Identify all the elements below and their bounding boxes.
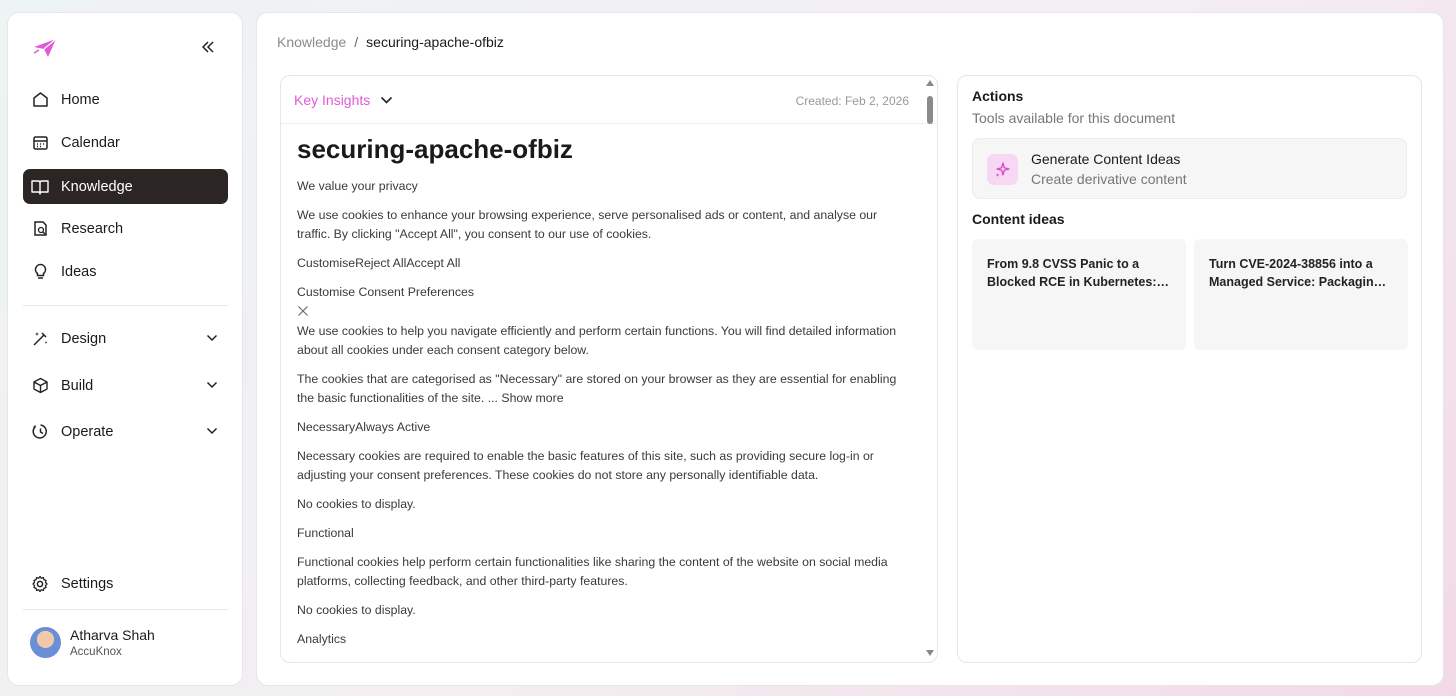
doc-paragraph: We use cookies to help you navigate effi… <box>297 324 897 357</box>
doc-paragraph: Functional <box>297 526 354 540</box>
content-ideas-title: Content ideas <box>972 211 1065 227</box>
main-panel: Knowledge / securing-apache-ofbiz Key In… <box>256 12 1444 686</box>
nav-item-research[interactable]: Research <box>23 211 228 246</box>
content-idea-text: Turn CVE-2024-38856 into a Managed Servi… <box>1209 257 1382 289</box>
breadcrumb-current: securing-apache-ofbiz <box>366 34 504 50</box>
user-profile[interactable]: Atharva Shah AccuKnox <box>30 627 155 658</box>
user-org: AccuKnox <box>70 646 122 658</box>
generate-content-ideas-button[interactable]: Generate Content Ideas Create derivative… <box>972 138 1407 199</box>
key-insights-label: Key Insights <box>294 92 371 108</box>
book-icon <box>31 178 49 196</box>
document-title: securing-apache-ofbiz <box>297 134 573 164</box>
nav-item-knowledge[interactable]: Knowledge <box>23 169 228 204</box>
scroll-thumb[interactable] <box>927 96 933 124</box>
timer-icon <box>31 423 49 441</box>
chevron-down-icon[interactable] <box>204 330 220 346</box>
document-scrollbar[interactable] <box>925 80 935 660</box>
doc-paragraph: Analytics <box>297 632 347 646</box>
collapse-sidebar-icon[interactable] <box>198 37 218 57</box>
avatar <box>30 627 61 658</box>
doc-paragraph: We use cookies to enhance your browsing … <box>297 208 878 241</box>
nav-label-design: Design <box>61 330 107 347</box>
doc-paragraph: Functional cookies help perform certain … <box>297 555 888 588</box>
sidebar-divider <box>23 609 228 610</box>
actions-panel: Actions Tools available for this documen… <box>957 75 1422 663</box>
research-icon <box>31 220 49 238</box>
chevron-down-icon[interactable] <box>204 423 220 439</box>
doc-paragraph: We value your privacy <box>297 179 418 193</box>
close-icon[interactable] <box>297 304 309 316</box>
scroll-up-arrow-icon[interactable] <box>926 80 934 86</box>
content-idea-text: From 9.8 CVSS Panic to a Blocked RCE in … <box>987 257 1157 289</box>
doc-paragraph: Customise Consent Preferences <box>297 285 475 299</box>
sidebar: Home Calendar Knowledge Research Ideas D… <box>7 12 243 686</box>
breadcrumb: Knowledge / securing-apache-ofbiz <box>277 34 504 50</box>
scroll-down-arrow-icon[interactable] <box>926 650 934 656</box>
user-name: Atharva Shah <box>70 627 155 643</box>
key-insights-dropdown[interactable]: Key Insights <box>294 92 394 108</box>
paper-plane-logo-icon[interactable] <box>32 37 60 61</box>
nav-item-settings[interactable]: Settings <box>23 566 228 601</box>
home-icon <box>31 91 49 109</box>
nav-label-research: Research <box>61 220 124 237</box>
content-idea-card[interactable]: From 9.8 CVSS Panic to a Blocked RCE in … <box>972 239 1186 350</box>
doc-paragraph: No cookies to display. <box>297 497 416 511</box>
nav-label-home: Home <box>61 91 100 108</box>
nav-item-ideas[interactable]: Ideas <box>23 254 228 289</box>
sparkle-icon <box>987 154 1018 185</box>
breadcrumb-knowledge-link[interactable]: Knowledge <box>277 34 346 50</box>
generate-subtitle: Create derivative content <box>1031 171 1187 187</box>
generate-title: Generate Content Ideas <box>1031 151 1181 167</box>
actions-subtitle: Tools available for this document <box>972 110 1176 126</box>
doc-paragraph: No cookies to display. <box>297 603 416 617</box>
nav-label-calendar: Calendar <box>61 134 120 151</box>
nav-label-build: Build <box>61 377 94 394</box>
calendar-icon <box>31 134 49 152</box>
nav-item-calendar[interactable]: Calendar <box>23 125 228 160</box>
nav-label-knowledge: Knowledge <box>61 178 133 195</box>
wand-icon <box>31 330 49 348</box>
lightbulb-icon <box>31 263 49 281</box>
content-idea-card[interactable]: Turn CVE-2024-38856 into a Managed Servi… <box>1194 239 1408 350</box>
document-body: securing-apache-ofbiz We value your priv… <box>297 134 907 659</box>
doc-paragraph: The cookies that are categorised as "Nec… <box>297 372 897 405</box>
nav-label-ideas: Ideas <box>61 263 97 280</box>
nav-group-design[interactable]: Design <box>23 321 228 356</box>
nav-group-build[interactable]: Build <box>23 368 228 403</box>
gear-icon <box>31 575 49 593</box>
nav-item-home[interactable]: Home <box>23 82 228 117</box>
nav-label-operate: Operate <box>61 423 114 440</box>
cube-icon <box>31 377 49 395</box>
document-card: Key Insights Created: Feb 2, 2026 securi… <box>280 75 938 663</box>
chevron-down-icon[interactable] <box>204 377 220 393</box>
doc-paragraph: CustomiseReject AllAccept All <box>297 256 461 270</box>
nav-label-settings: Settings <box>61 575 114 592</box>
doc-paragraph: Necessary cookies are required to enable… <box>297 449 874 482</box>
document-header: Key Insights Created: Feb 2, 2026 <box>281 76 937 124</box>
actions-title: Actions <box>972 88 1024 104</box>
sidebar-divider <box>23 305 228 306</box>
doc-paragraph: NecessaryAlways Active <box>297 420 431 434</box>
created-date: Created: Feb 2, 2026 <box>795 94 909 108</box>
chevron-down-icon <box>380 93 394 107</box>
nav-group-operate[interactable]: Operate <box>23 414 228 449</box>
breadcrumb-separator: / <box>354 34 359 50</box>
